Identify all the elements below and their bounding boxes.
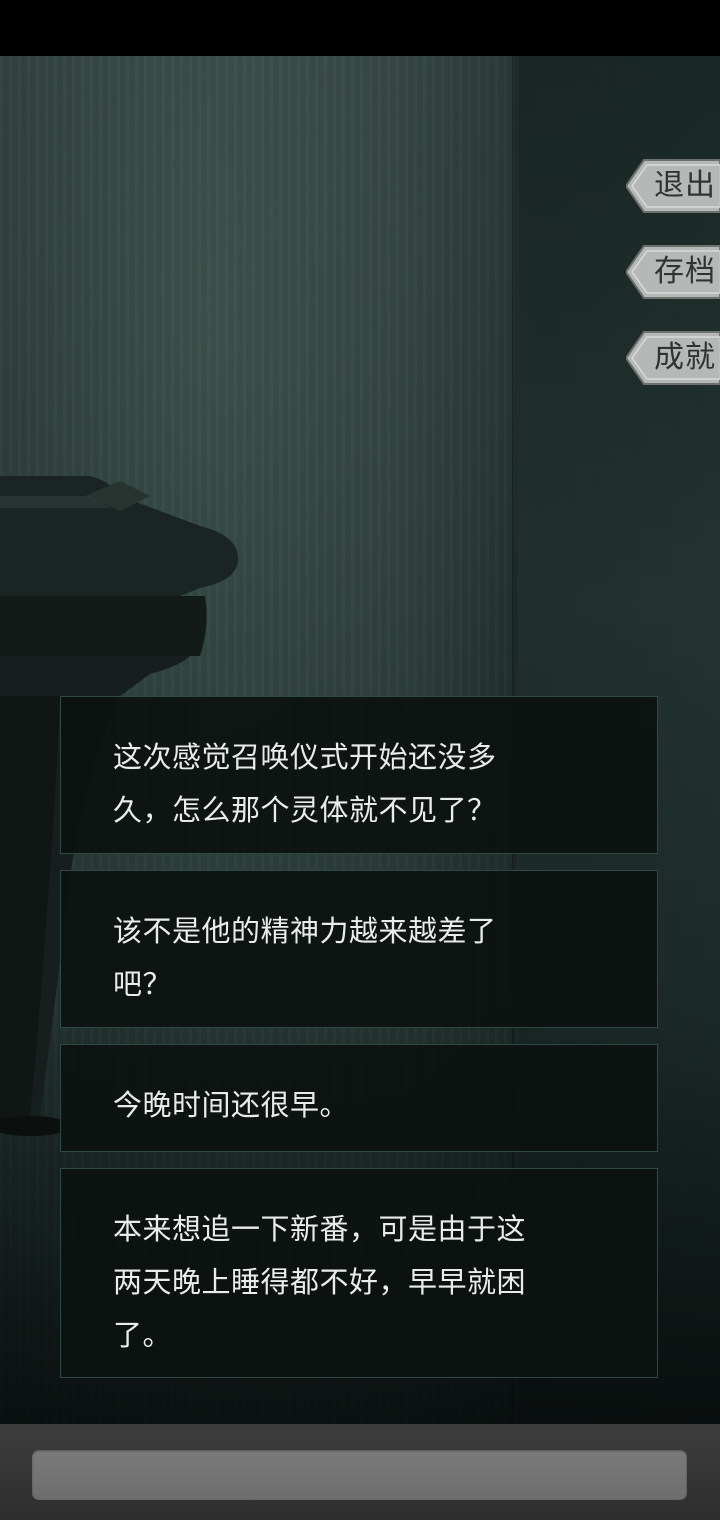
achievement-button-label: 成就 [654,340,716,375]
status-bar [0,0,720,56]
achievement-button[interactable]: 成就 [626,330,720,386]
save-button-label: 存档 [654,254,716,289]
dialog-line: 两天晚上睡得都不好，早早就困 [113,1265,527,1299]
dialog-line: 该不是他的精神力越来越差了 [113,914,497,948]
dialog-box[interactable]: 今晚时间还很早。 [60,1044,658,1152]
dialog-line: 本来想追一下新番，可是由于这 [113,1212,527,1246]
text-input-bar[interactable] [32,1450,687,1500]
dialog-line: 这次感觉召唤仪式开始还没多 [113,740,497,774]
dialog-box[interactable]: 这次感觉召唤仪式开始还没多 久，怎么那个灵体就不见了？ [60,696,658,854]
dialog-line: 了。 [113,1318,173,1352]
dialog-box[interactable]: 该不是他的精神力越来越差了 吧？ [60,870,658,1028]
dialog-box[interactable]: 本来想追一下新番，可是由于这 两天晚上睡得都不好，早早就困 了。 [60,1168,658,1378]
exit-button-label: 退出 [654,168,716,203]
dialog-line: 今晚时间还很早。 [113,1088,350,1122]
bottom-panel [0,1424,720,1520]
dialog-line: 吧？ [113,967,173,1001]
dialog-line: 久，怎么那个灵体就不见了？ [113,793,497,827]
exit-button[interactable]: 退出 [626,158,720,214]
save-button[interactable]: 存档 [626,244,720,300]
